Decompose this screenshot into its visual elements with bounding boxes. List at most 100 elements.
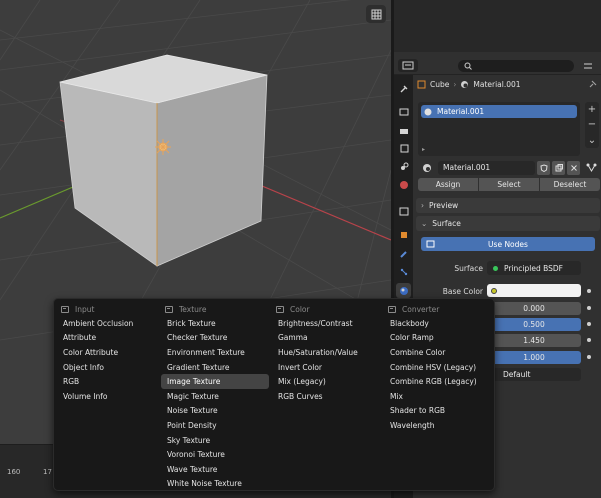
menu-item[interactable]: Blackbody: [384, 316, 492, 331]
menu-item[interactable]: Magic Texture: [161, 389, 269, 404]
keyframe-dot-icon[interactable]: [587, 355, 591, 359]
menu-column-title: Texture: [179, 304, 207, 314]
material-slot-item[interactable]: Material.001: [421, 105, 577, 118]
menu-item[interactable]: Brick Texture: [161, 316, 269, 331]
menu-item[interactable]: Combine HSV (Legacy): [384, 360, 492, 375]
editor-type-button[interactable]: [398, 59, 418, 72]
menu-item[interactable]: Gradient Texture: [161, 360, 269, 375]
menu-column-title: Converter: [402, 304, 440, 314]
keyframe-dot-icon[interactable]: [587, 289, 591, 293]
unlink-material-button[interactable]: [567, 160, 580, 175]
outliner-area[interactable]: [394, 0, 601, 52]
menu-item[interactable]: Object Info: [57, 360, 165, 375]
properties-header: [394, 56, 601, 75]
menu-item[interactable]: White Noise Texture: [161, 477, 269, 492]
menu-item[interactable]: Point Density: [161, 418, 269, 433]
browse-material-button[interactable]: [418, 161, 436, 175]
menu-column-header: Texture: [161, 302, 269, 316]
base-color-swatch[interactable]: [487, 284, 581, 297]
menu-item[interactable]: Noise Texture: [161, 404, 269, 419]
viewport-shading-button[interactable]: [366, 5, 386, 23]
properties-search-input[interactable]: [458, 60, 574, 72]
menu-item[interactable]: Invert Color: [272, 360, 380, 375]
tab-material[interactable]: [396, 283, 411, 298]
list-resize-grip-icon[interactable]: ▸: [422, 146, 425, 153]
collection-icon: [399, 207, 408, 215]
cube-object-icon: [417, 80, 426, 89]
add-slot-button[interactable]: +: [588, 104, 596, 115]
chevron-down-icon: ⌄: [421, 219, 428, 228]
tab-modifiers[interactable]: [396, 246, 411, 261]
remove-slot-button[interactable]: −: [588, 119, 596, 130]
keyframe-dot-icon[interactable]: [587, 338, 591, 342]
menu-item[interactable]: Brightness/Contrast: [272, 316, 380, 331]
tab-scene[interactable]: [396, 159, 411, 174]
duplicate-material-button[interactable]: [552, 160, 565, 175]
assign-button[interactable]: Assign: [418, 178, 478, 191]
menu-column-input: Input Ambient Occlusion Attribute Color …: [57, 302, 165, 404]
deselect-button[interactable]: Deselect: [540, 178, 600, 191]
metallic-field[interactable]: 0.000: [487, 302, 581, 315]
slot-specials-button[interactable]: ⌄: [588, 135, 596, 146]
menu-item[interactable]: Wave Texture: [161, 462, 269, 477]
menu-item[interactable]: RGB: [57, 374, 165, 389]
menu-item[interactable]: Color Attribute: [57, 345, 165, 360]
category-icon: [61, 305, 69, 313]
menu-item[interactable]: Checker Texture: [161, 331, 269, 346]
menu-item[interactable]: Mix (Legacy): [272, 374, 380, 389]
tab-object[interactable]: [396, 227, 411, 242]
menu-item[interactable]: Sky Texture: [161, 433, 269, 448]
breadcrumb: Cube › Material.001: [417, 80, 521, 89]
menu-item[interactable]: Color Ramp: [384, 331, 492, 346]
select-button[interactable]: Select: [479, 178, 539, 191]
tab-particles[interactable]: [396, 264, 411, 279]
menu-item[interactable]: Volume Info: [57, 389, 165, 404]
fake-user-button[interactable]: [537, 160, 550, 175]
menu-item[interactable]: Shader to RGB: [384, 404, 492, 419]
surface-panel-header[interactable]: ⌄ Surface: [416, 216, 600, 231]
material-type-button[interactable]: [582, 161, 600, 175]
normal-field[interactable]: Default: [487, 368, 581, 381]
breadcrumb-object: Cube: [430, 80, 450, 89]
alpha-field[interactable]: 1.000: [487, 351, 581, 364]
use-nodes-button[interactable]: Use Nodes: [421, 237, 595, 251]
tab-view-layer[interactable]: [396, 141, 411, 156]
pin-icon[interactable]: [588, 80, 597, 91]
menu-item[interactable]: RGB Curves: [272, 389, 380, 404]
tab-collection[interactable]: [396, 203, 411, 218]
grid-icon: [371, 9, 381, 19]
material-name-field[interactable]: Material.001: [438, 160, 535, 175]
world-icon: [399, 180, 408, 189]
ior-field[interactable]: 1.450: [487, 334, 581, 347]
menu-item-highlighted[interactable]: Image Texture: [161, 374, 269, 389]
tab-output[interactable]: [396, 123, 411, 138]
shader-socket-icon: [493, 265, 498, 271]
output-icon: [399, 128, 408, 134]
options-button[interactable]: [580, 59, 596, 72]
color-socket-icon[interactable]: [491, 288, 497, 294]
menu-item[interactable]: Combine Color: [384, 345, 492, 360]
properties-editor-icon: [402, 61, 414, 70]
surface-shader-field[interactable]: Principled BSDF: [487, 261, 581, 275]
menu-item[interactable]: Voronoi Texture: [161, 447, 269, 462]
menu-item[interactable]: Ambient Occlusion: [57, 316, 165, 331]
tab-world[interactable]: [396, 177, 411, 192]
preview-panel-header[interactable]: › Preview: [416, 198, 600, 213]
category-icon: [276, 305, 284, 313]
menu-item[interactable]: Hue/Saturation/Value: [272, 345, 380, 360]
material-slot-list[interactable]: Material.001 ▸: [418, 102, 580, 156]
keyframe-dot-icon[interactable]: [587, 322, 591, 326]
menu-item[interactable]: Gamma: [272, 331, 380, 346]
keyframe-dot-icon[interactable]: [587, 306, 591, 310]
material-name-text: Material.001: [443, 163, 491, 172]
menu-item[interactable]: Wavelength: [384, 418, 492, 433]
menu-column-color: Color Brightness/Contrast Gamma Hue/Satu…: [272, 302, 380, 404]
tab-render[interactable]: [396, 104, 411, 119]
menu-item[interactable]: Mix: [384, 389, 492, 404]
menu-item[interactable]: Environment Texture: [161, 345, 269, 360]
node-icon: [426, 240, 435, 248]
roughness-field[interactable]: 0.500: [487, 318, 581, 331]
menu-item[interactable]: Attribute: [57, 331, 165, 346]
menu-item[interactable]: Combine RGB (Legacy): [384, 374, 492, 389]
tab-tool[interactable]: [396, 81, 411, 96]
